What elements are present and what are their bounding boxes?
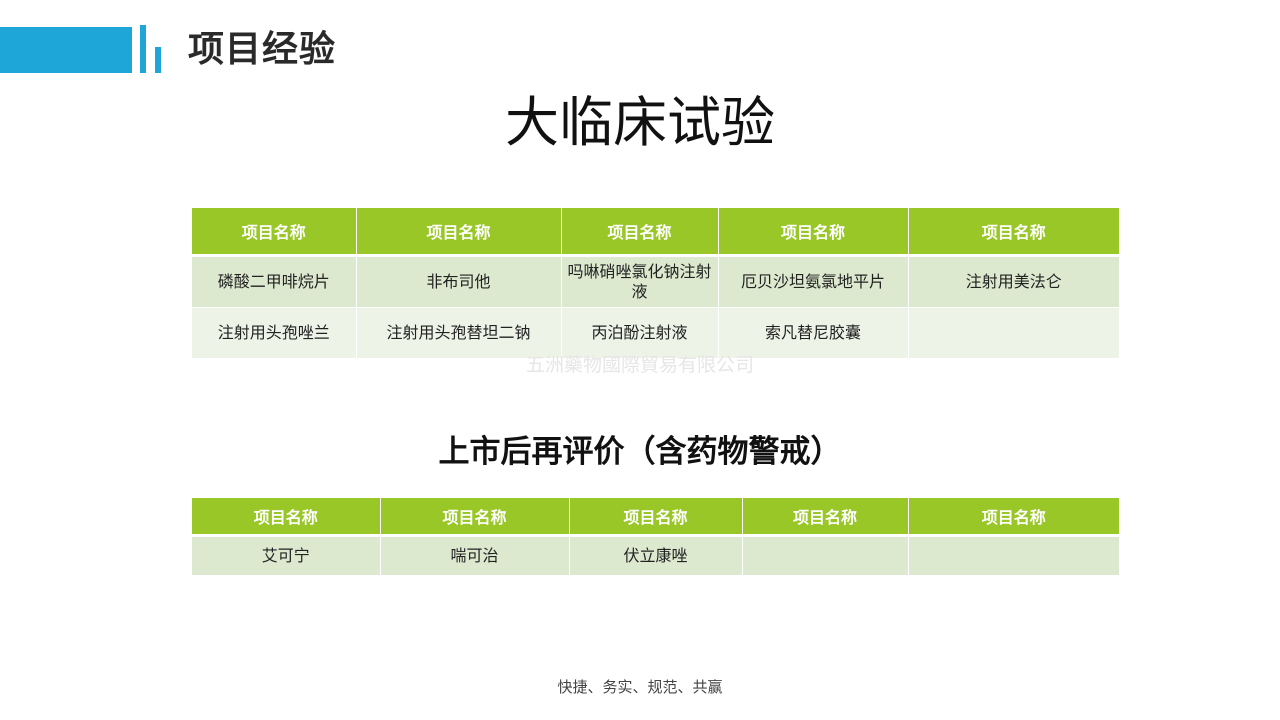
table-cell: 喘可治 [379, 535, 570, 576]
table-row: 磷酸二甲啡烷片 非布司他 吗啉硝唑氯化钠注射液 厄贝沙坦氨氯地平片 注射用美法仑 [192, 255, 1119, 308]
header-accent-bar [0, 27, 132, 73]
column-header: 项目名称 [355, 208, 562, 257]
table-row: 注射用头孢唑兰 注射用头孢替坦二钠 丙泊酚注射液 索凡替尼胶囊 [192, 307, 1119, 359]
column-header: 项目名称 [192, 208, 357, 257]
company-watermark: 五洲藥物國際貿易有限公司 [525, 354, 754, 376]
footer-slogan: 快捷、务实、规范、共赢 [557, 678, 723, 696]
table-cell: 注射用头孢唑兰 [192, 307, 357, 359]
section-title: 项目经验 [188, 29, 337, 70]
table-cell [741, 535, 909, 576]
main-title: 大临床试验 [505, 91, 775, 154]
table-header-row: 项目名称 项目名称 项目名称 项目名称 项目名称 [192, 498, 1119, 537]
sub-title: 上市后再评价（含药物警戒） [438, 434, 842, 470]
table-row: 艾可宁 喘可治 伏立康唑 [192, 535, 1119, 576]
header-accent-stripe [140, 25, 146, 73]
table-cell: 非布司他 [355, 255, 562, 308]
table-header-row: 项目名称 项目名称 项目名称 项目名称 项目名称 [192, 208, 1119, 257]
table-cell: 丙泊酚注射液 [560, 307, 719, 359]
column-header: 项目名称 [907, 208, 1119, 257]
table-cell [907, 535, 1119, 576]
table-cell: 厄贝沙坦氨氯地平片 [717, 255, 909, 308]
column-header: 项目名称 [741, 498, 909, 537]
table-cell: 注射用美法仑 [907, 255, 1119, 308]
post-market-evaluation-table: 项目名称 项目名称 项目名称 项目名称 项目名称 艾可宁 喘可治 伏立康唑 [192, 498, 1119, 576]
table-cell: 吗啉硝唑氯化钠注射液 [560, 255, 719, 308]
header-accent-stripe-short [155, 47, 161, 73]
clinical-trials-table: 项目名称 项目名称 项目名称 项目名称 项目名称 磷酸二甲啡烷片 非布司他 吗啉… [192, 208, 1119, 359]
table-cell: 磷酸二甲啡烷片 [192, 255, 357, 308]
table-cell [907, 307, 1119, 359]
column-header: 项目名称 [379, 498, 570, 537]
column-header: 项目名称 [568, 498, 743, 537]
table-cell: 索凡替尼胶囊 [717, 307, 909, 359]
column-header: 项目名称 [907, 498, 1119, 537]
column-header: 项目名称 [560, 208, 719, 257]
table-cell: 注射用头孢替坦二钠 [355, 307, 562, 359]
table-cell: 伏立康唑 [568, 535, 743, 576]
column-header: 项目名称 [717, 208, 909, 257]
table-cell: 艾可宁 [192, 535, 381, 576]
column-header: 项目名称 [192, 498, 381, 537]
